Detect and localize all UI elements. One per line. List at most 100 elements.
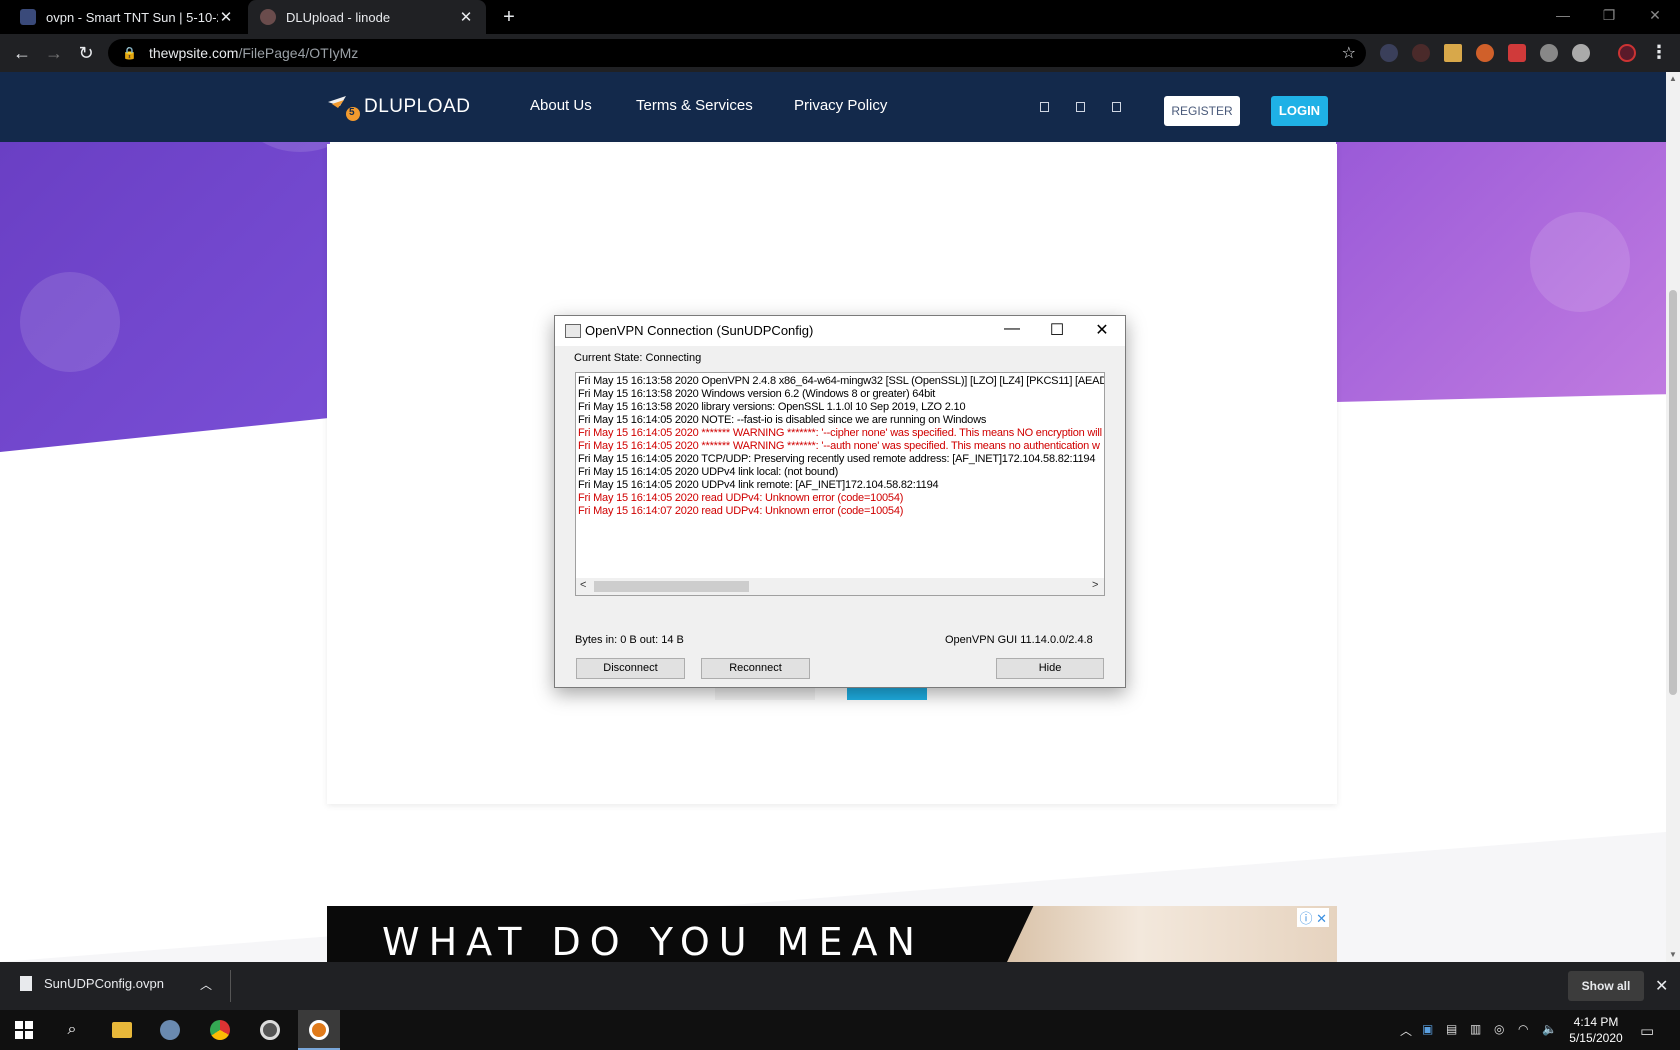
browser-toolbar: ← → ↻ 🔒 thewpsite.com/FilePage4/OTIyMz ☆… [0,34,1680,72]
monitor-icon [565,324,581,338]
decorative-circle [20,272,120,372]
log-line: Fri May 15 16:14:05 2020 UDPv4 link remo… [578,479,939,491]
windows-taskbar: ⌕ ︿ ▣ ▤ ▥ ◎ ◠ 🔈 4:14 PM 5/15/2020 ▭ [0,1010,1680,1050]
logo-badge: 5 [349,107,355,118]
media-app-icon[interactable] [258,1018,282,1042]
chrome-icon[interactable] [208,1018,232,1042]
search-icon[interactable]: ⌕ [60,1018,84,1042]
scroll-up-icon[interactable]: ▲ [1668,74,1678,83]
scrollbar-thumb[interactable] [1669,290,1677,695]
address-bar[interactable]: 🔒 thewpsite.com/FilePage4/OTIyMz ☆ [108,39,1366,67]
social-icon[interactable] [1040,102,1049,112]
lock-icon: 🔒 [122,46,137,60]
hide-button[interactable]: Hide [996,658,1104,679]
file-icon [20,976,32,991]
tray-app-icon[interactable]: ▥ [1470,1022,1481,1036]
log-horizontal-scrollbar[interactable]: < > [576,578,1104,595]
register-button[interactable]: REGISTER [1164,96,1240,126]
log-scrollbar-thumb[interactable] [594,581,749,592]
show-all-button[interactable]: Show all [1568,971,1644,1001]
download-filename: SunUDPConfig.ovpn [44,976,164,991]
site-header: 5 DLUPLOAD About Us Terms & Services Pri… [0,72,1666,142]
log-output[interactable]: Fri May 15 16:13:58 2020 OpenVPN 2.4.8 x… [575,372,1105,596]
login-button[interactable]: LOGIN [1271,96,1328,126]
clock-date: 5/15/2020 [1569,1031,1623,1045]
openvpn-connection-dialog: OpenVPN Connection (SunUDPConfig) — ☐ ✕ … [554,315,1126,688]
wifi-icon[interactable]: ◠ [1518,1022,1528,1036]
bookmark-star-icon[interactable]: ☆ [1342,43,1356,63]
browser-tab-strip: ovpn - Smart TNT Sun | 5-10-20 | ✕ DLUpl… [0,0,1680,34]
scroll-down-icon[interactable]: ▼ [1668,950,1678,959]
decorative-circle [1530,212,1630,312]
gui-version: OpenVPN GUI 11.14.0.0/2.4.8 [945,634,1093,646]
advertisement-banner[interactable]: WHAT DO YOU MEAN ⓘ ✕ [327,906,1337,962]
download-item[interactable]: SunUDPConfig.ovpn [20,976,164,991]
clock-time: 4:14 PM [1573,1015,1619,1029]
site-favicon-icon [260,9,276,25]
extension-icon[interactable] [1572,44,1590,62]
dialog-title-bar[interactable]: OpenVPN Connection (SunUDPConfig) — ☐ ✕ [555,316,1125,346]
log-line: Fri May 15 16:14:05 2020 TCP/UDP: Preser… [578,453,1096,465]
tray-app-icon[interactable]: ◎ [1494,1022,1504,1036]
close-download-bar-icon[interactable]: ✕ [1655,976,1668,996]
minimize-icon[interactable]: — [997,320,1027,338]
connection-state: Current State: Connecting [574,352,702,364]
reload-icon[interactable]: ↻ [74,42,98,64]
divider [230,970,231,1002]
tray-app-icon[interactable]: ▤ [1446,1022,1457,1036]
logo-text: DLUPLOAD [364,96,471,117]
restore-window-icon[interactable]: ❐ [1586,0,1632,30]
site-logo[interactable]: 5 DLUPLOAD [326,92,470,122]
bytes-counter: Bytes in: 0 B out: 14 B [575,634,684,646]
forward-arrow-icon[interactable]: → [42,42,66,64]
chevron-up-icon[interactable]: ︿ [200,976,212,993]
scroll-right-icon[interactable]: > [1092,579,1098,591]
video-extension-icon[interactable] [1508,44,1526,62]
reconnect-button[interactable]: Reconnect [701,658,810,679]
tray-app-icon[interactable]: ▣ [1422,1022,1433,1036]
log-line: Fri May 15 16:14:05 2020 UDPv4 link loca… [578,466,839,478]
minimize-window-icon[interactable]: — [1540,0,1586,30]
log-line-error: Fri May 15 16:14:05 2020 read UDPv4: Unk… [578,492,904,504]
logo-icon: 5 [326,92,362,122]
system-clock[interactable]: 4:14 PM 5/15/2020 [1566,1014,1626,1046]
notification-icon[interactable]: ▭ [1640,1022,1654,1040]
browser-menu-icon[interactable]: ⋮ [1650,42,1668,63]
social-icon[interactable] [1112,102,1121,112]
extension-icon[interactable] [1540,44,1558,62]
close-window-icon[interactable]: ✕ [1632,0,1678,30]
close-icon[interactable]: ✕ [1087,320,1117,340]
windows-start-icon[interactable] [12,1018,36,1042]
network-app-icon[interactable] [158,1018,182,1042]
extension-icon[interactable] [1380,44,1398,62]
disconnect-button[interactable]: Disconnect [576,658,685,679]
log-line: Fri May 15 16:13:58 2020 Windows version… [578,388,936,400]
extension-icon[interactable] [1412,44,1430,62]
maximize-icon[interactable]: ☐ [1042,320,1072,340]
openvpn-favicon-icon [20,9,36,25]
tray-chevron-icon[interactable]: ︿ [1400,1022,1412,1039]
volume-icon[interactable]: 🔈 [1542,1022,1557,1036]
log-line: Fri May 15 16:13:58 2020 OpenVPN 2.4.8 x… [578,375,1105,387]
profile-avatar-icon[interactable] [1618,44,1636,62]
nav-about-us[interactable]: About Us [530,97,592,114]
ad-choices-icon[interactable]: ⓘ ✕ [1297,908,1329,927]
back-arrow-icon[interactable]: ← [10,42,34,64]
file-explorer-icon[interactable] [110,1018,134,1042]
openvpn-icon [307,1018,331,1042]
social-icon[interactable] [1076,102,1085,112]
nav-terms-services[interactable]: Terms & Services [636,97,753,114]
tab-dlupload[interactable]: DLUpload - linode ✕ [248,0,486,34]
page-scrollbar[interactable]: ▲ ▼ [1666,72,1680,962]
tab-ovpn[interactable]: ovpn - Smart TNT Sun | 5-10-20 | ✕ [8,0,246,34]
close-tab-icon[interactable]: ✕ [458,8,474,26]
close-tab-icon[interactable]: ✕ [218,8,234,26]
log-line-warning: Fri May 15 16:14:05 2020 ******* WARNING… [578,427,1102,439]
ad-photo [1007,906,1337,962]
fire-extension-icon[interactable] [1476,44,1494,62]
scroll-left-icon[interactable]: < [580,579,586,591]
nav-privacy-policy[interactable]: Privacy Policy [794,97,887,114]
url-host: thewpsite.com [148,45,239,61]
mail-extension-icon[interactable] [1444,44,1462,62]
new-tab-button[interactable]: + [498,6,520,28]
